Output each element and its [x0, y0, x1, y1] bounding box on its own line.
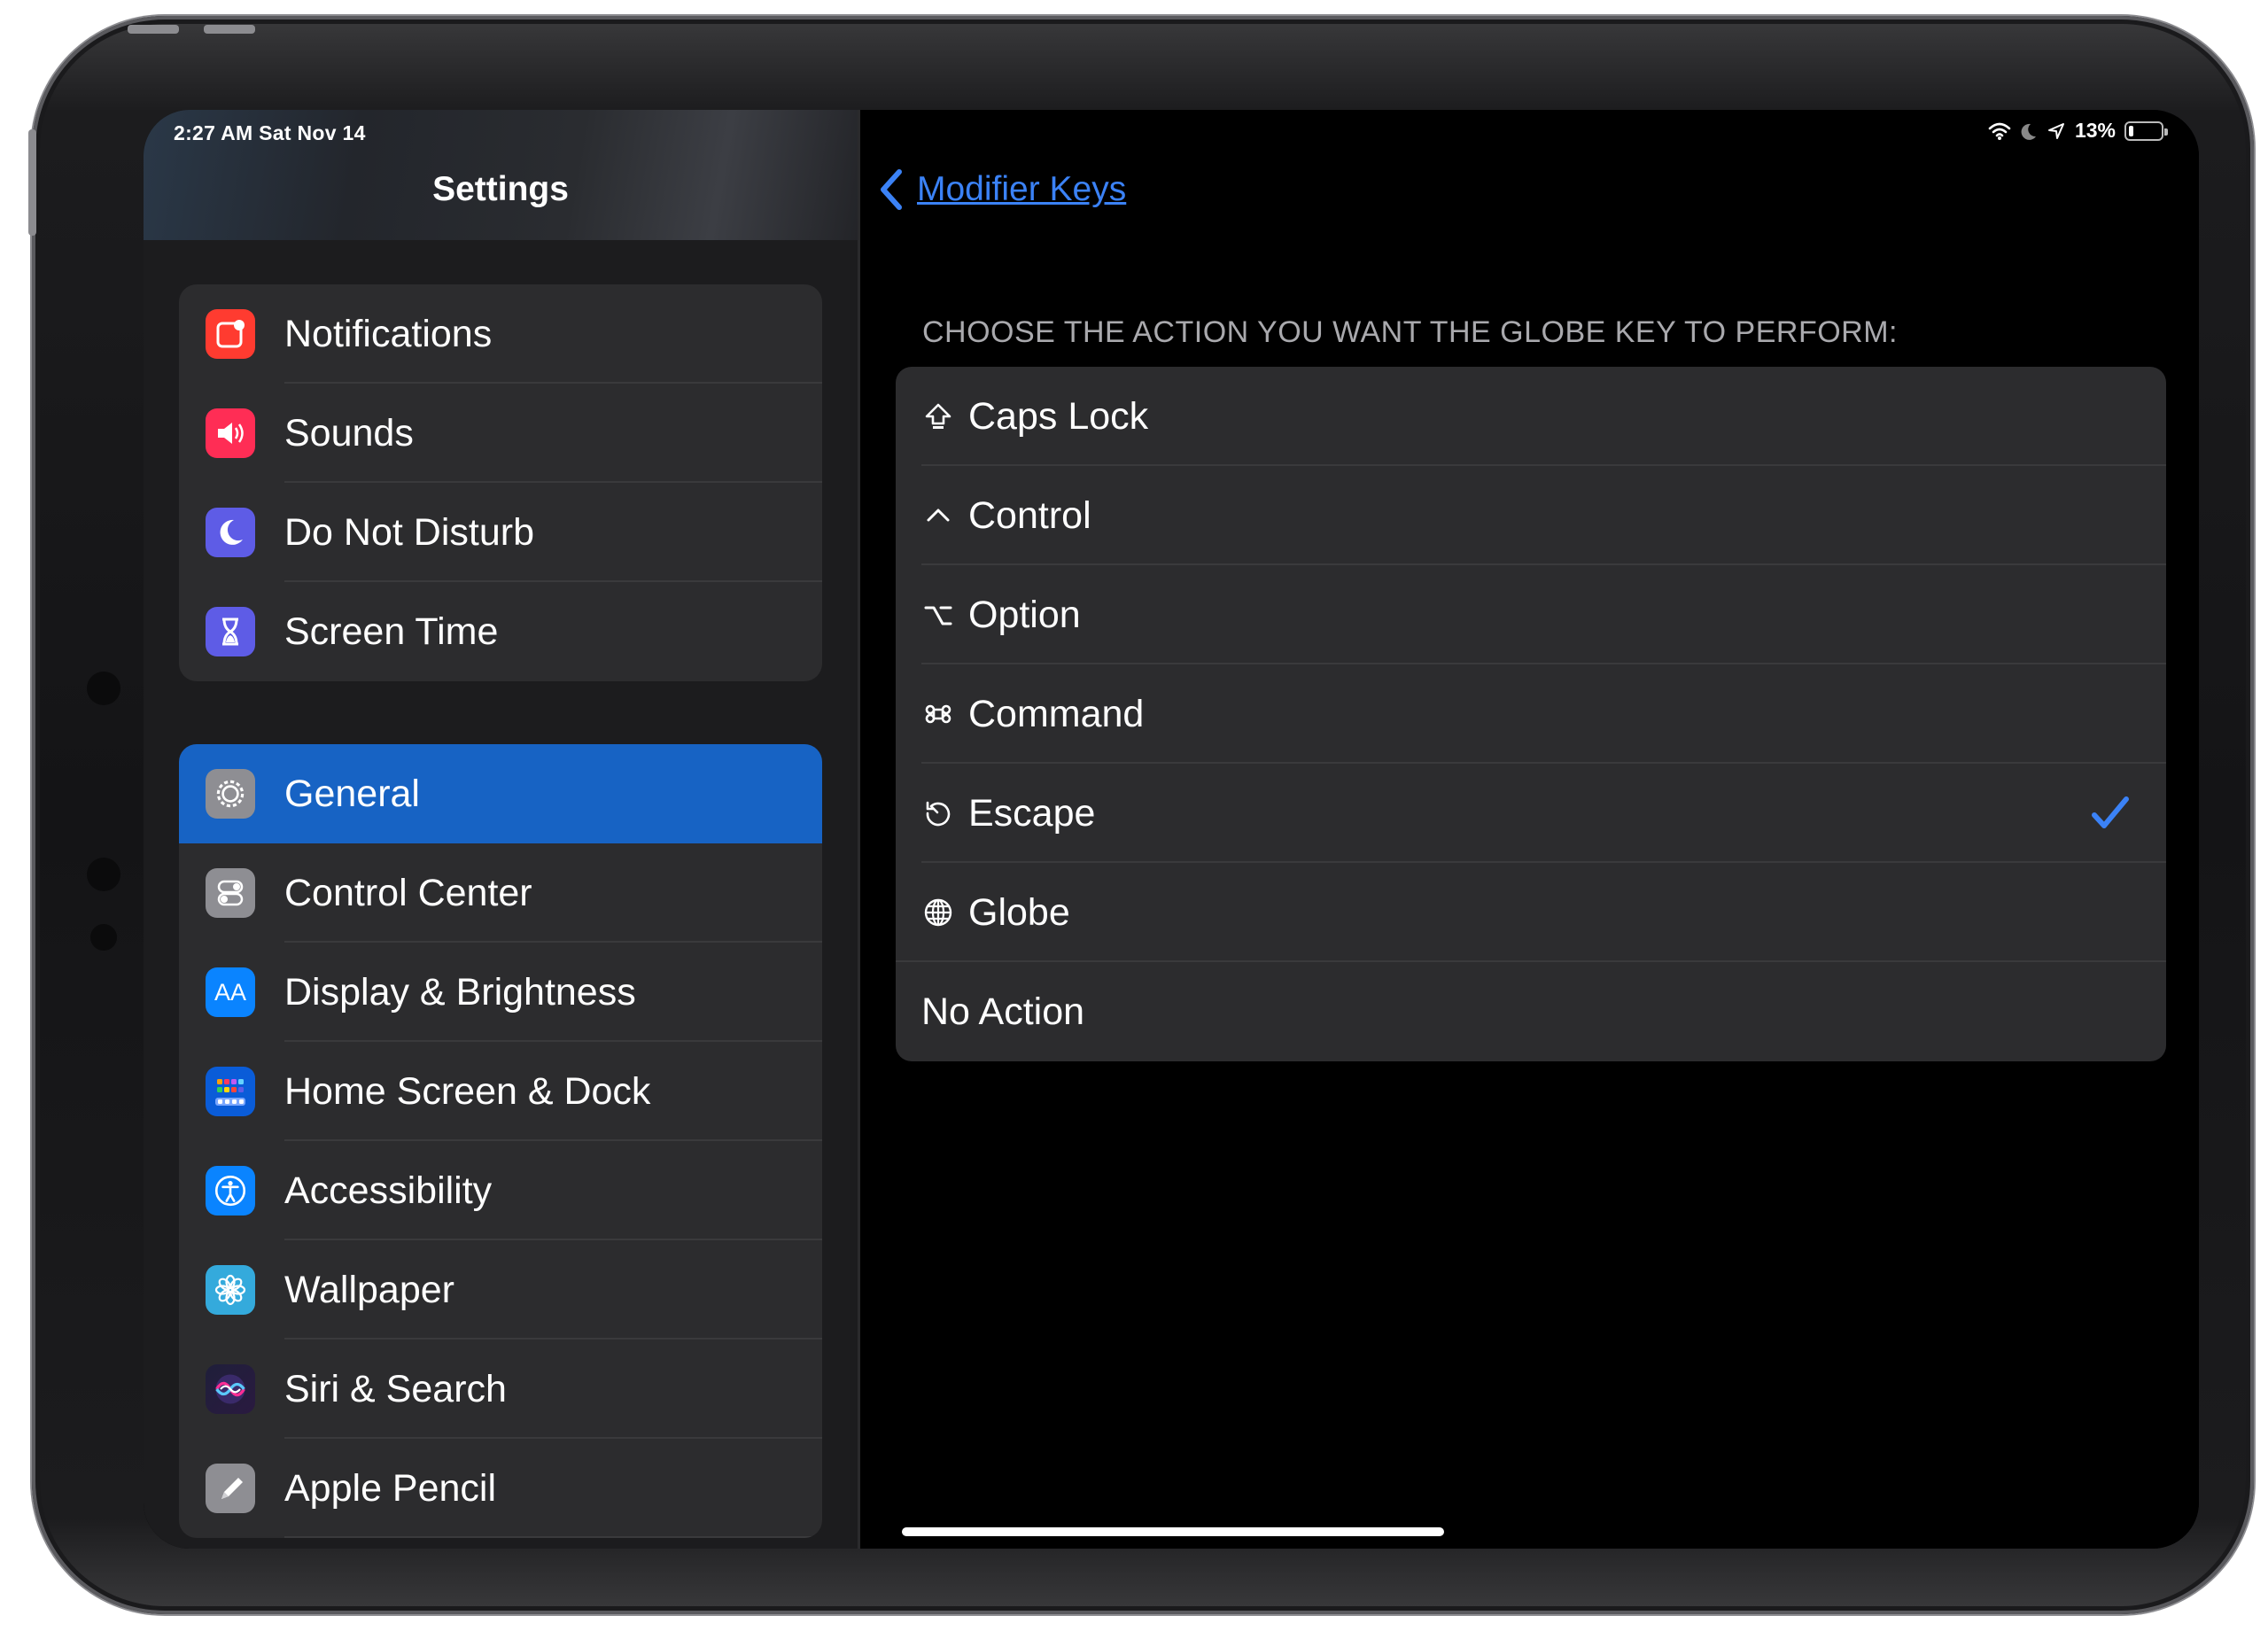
- location-icon: [2047, 122, 2064, 139]
- sidebar-item-screen-time[interactable]: Screen Time: [179, 582, 822, 681]
- moon-icon: [2021, 123, 2036, 140]
- sidebar-item-general[interactable]: General: [179, 744, 822, 843]
- globe-icon: [920, 895, 956, 930]
- moon-icon: [206, 508, 255, 557]
- sidebar-item-label: Accessibility: [284, 1169, 493, 1212]
- sidebar-item-label: Home Screen & Dock: [284, 1070, 651, 1113]
- battery-icon: [2124, 120, 2168, 141]
- sidebar-item-home-screen-dock[interactable]: Home Screen & Dock: [179, 1042, 822, 1141]
- section-header: CHOOSE THE ACTION YOU WANT THE GLOBE KEY…: [922, 315, 1899, 349]
- sidebar-item-label: Do Not Disturb: [284, 511, 534, 554]
- sidebar-item-siri-search[interactable]: Siri & Search: [179, 1340, 822, 1439]
- option-label: Command: [968, 693, 1145, 735]
- option-caps-lock[interactable]: Caps Lock: [896, 367, 2166, 466]
- sidebar-item-label: Apple Pencil: [284, 1467, 497, 1510]
- sidebar-item-label: Sounds: [284, 412, 414, 454]
- sidebar-item-notifications[interactable]: Notifications: [179, 284, 822, 384]
- camera-sensor: [87, 672, 120, 705]
- battery-percent: 13%: [2074, 119, 2116, 142]
- option-command[interactable]: Command: [896, 664, 2166, 764]
- caps-lock-icon: [920, 399, 956, 434]
- escape-icon: [920, 796, 956, 831]
- option-label: Option: [968, 594, 1081, 636]
- home-indicator[interactable]: [902, 1527, 1444, 1536]
- option-globe[interactable]: Globe: [896, 863, 2166, 962]
- sidebar-item-label: Wallpaper: [284, 1269, 454, 1311]
- option-label: Globe: [968, 891, 1070, 934]
- chevron-left-icon: [881, 169, 902, 210]
- app-grid-icon: [206, 1067, 255, 1116]
- top-button-right: [204, 25, 255, 34]
- option-control[interactable]: Control: [896, 466, 2166, 565]
- detail-pane: 13% Modifier Keys CHOOSE THE ACTION YOU …: [860, 110, 2199, 1549]
- option-option[interactable]: Option: [896, 565, 2166, 664]
- control-icon: [920, 498, 956, 533]
- flower-icon: [206, 1265, 255, 1315]
- ipad-frame: 2:27 AM Sat Nov 14 Settings Notification…: [28, 16, 2254, 1614]
- globe-key-options: Caps Lock Control Option Command Escape …: [896, 367, 2166, 1061]
- option-label: Control: [968, 494, 1091, 537]
- sidebar-item-sounds[interactable]: Sounds: [179, 384, 822, 483]
- command-icon: [920, 696, 956, 732]
- sidebar-item-label: Display & Brightness: [284, 971, 636, 1014]
- option-icon: [920, 597, 956, 633]
- back-button[interactable]: Modifier Keys: [878, 168, 1126, 211]
- sidebar-item-display-brightness[interactable]: AA Display & Brightness: [179, 943, 822, 1042]
- option-escape[interactable]: Escape: [896, 764, 2166, 863]
- camera-sensor: [87, 858, 120, 891]
- camera-sensor: [90, 924, 117, 951]
- status-time: 2:27 AM Sat Nov 14: [174, 121, 366, 144]
- sidebar-item-control-center[interactable]: Control Center: [179, 843, 822, 943]
- settings-group-2: General Control Center AA Display & Brig…: [179, 744, 822, 1538]
- accessibility-icon: [206, 1166, 255, 1215]
- sidebar-title: Settings: [432, 170, 569, 208]
- sidebar-item-label: General: [284, 773, 420, 815]
- settings-group-1: Notifications Sounds Do Not Disturb Scre…: [179, 284, 822, 681]
- sounds-icon: [206, 408, 255, 458]
- siri-icon: [206, 1364, 255, 1414]
- status-icons: 13%: [1988, 119, 2168, 143]
- text-size-icon: AA: [206, 967, 255, 1017]
- sidebar-header: 2:27 AM Sat Nov 14 Settings: [144, 110, 858, 240]
- sidebar-item-label: Notifications: [284, 313, 493, 355]
- wifi-icon: [1988, 122, 2011, 140]
- sidebar-item-label: Screen Time: [284, 610, 499, 653]
- sidebar-item-label: Siri & Search: [284, 1368, 507, 1410]
- sidebar-item-apple-pencil[interactable]: Apple Pencil: [179, 1439, 822, 1538]
- notifications-icon: [206, 309, 255, 359]
- pencil-icon: [206, 1464, 255, 1513]
- sidebar-item-accessibility[interactable]: Accessibility: [179, 1141, 822, 1240]
- gear-icon: [206, 769, 255, 819]
- option-label: Escape: [968, 792, 1096, 835]
- screen: 2:27 AM Sat Nov 14 Settings Notification…: [144, 110, 2199, 1549]
- row-separator: [284, 1536, 822, 1538]
- settings-sidebar: 2:27 AM Sat Nov 14 Settings Notification…: [144, 110, 858, 1549]
- toggles-icon: [206, 868, 255, 918]
- sidebar-item-label: Control Center: [284, 872, 532, 914]
- top-button-left: [128, 25, 179, 34]
- option-label: Caps Lock: [968, 395, 1149, 438]
- hourglass-icon: [206, 607, 255, 656]
- back-label: Modifier Keys: [917, 170, 1127, 208]
- sidebar-item-do-not-disturb[interactable]: Do Not Disturb: [179, 483, 822, 582]
- volume-button: [28, 129, 36, 236]
- checkmark-icon: [2090, 794, 2131, 839]
- option-no-action[interactable]: No Action: [896, 962, 2166, 1061]
- option-label: No Action: [921, 990, 1085, 1033]
- sidebar-item-wallpaper[interactable]: Wallpaper: [179, 1240, 822, 1340]
